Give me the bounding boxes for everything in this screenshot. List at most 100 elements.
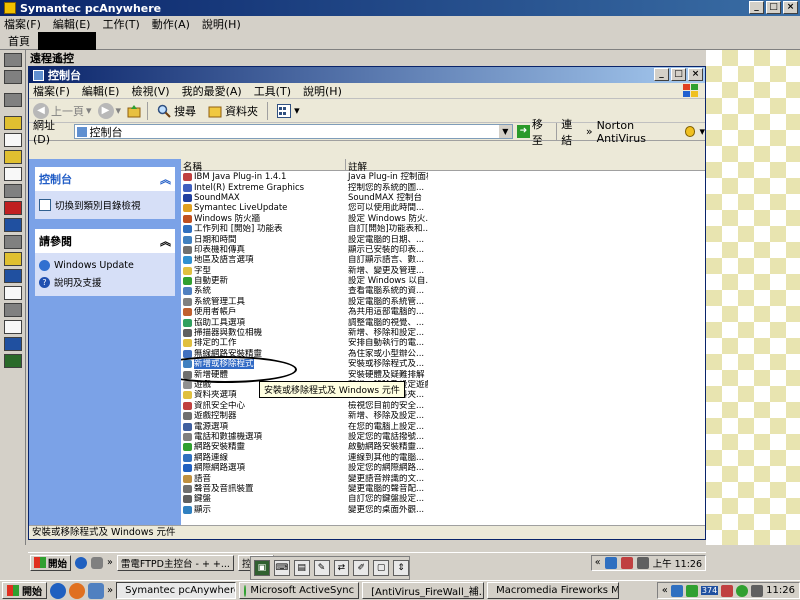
outer-menu-help[interactable]: 說明(H) [202,16,241,32]
local-task-activesync[interactable]: Microsoft ActiveSync [239,582,360,599]
back-dropdown-icon[interactable]: ▾ [86,104,92,117]
cp-menu-view[interactable]: 檢視(V) [131,83,169,99]
quicklaunch-desktop-icon[interactable] [88,582,104,599]
links-chevron-icon[interactable]: » [586,125,593,138]
local-start-button[interactable]: 開始 [2,582,47,599]
help-support-link[interactable]: ? 說明及支援 [39,273,171,291]
outer-close-button[interactable]: × [783,1,798,14]
quicklaunch-chevron-icon[interactable]: » [107,585,113,596]
outer-maximize-button[interactable]: □ [766,1,781,14]
remote-tray-network-icon[interactable] [604,556,617,569]
cp-close-button[interactable]: × [688,68,703,81]
cp-menu-favorites[interactable]: 我的最愛(A) [182,83,242,99]
control-panel-item[interactable]: 自動更新 設定 Windows 以自... [181,276,428,286]
remote-quicklaunch-desktop-icon[interactable] [91,556,104,569]
bottom-tool-transfer-icon[interactable]: ⇄ [333,560,350,576]
outer-minimize-button[interactable]: _ [749,1,764,14]
column-header-comment[interactable]: 註解 [346,159,428,173]
local-task-fireworks[interactable]: Macromedia Fireworks M... [487,582,620,599]
toolbar-record-icon[interactable] [3,303,22,317]
toolbar-collapse-icon[interactable] [3,70,22,84]
bottom-tool-draw-icon[interactable]: ✐ [353,560,370,576]
tray-volume-icon[interactable] [751,584,764,597]
bottom-tool-screen-icon[interactable]: ▣ [254,560,270,576]
local-task-antivirus-folder[interactable]: [AntiVirus_FireWall_補... [362,582,485,599]
remote-tray-volume-icon[interactable] [636,556,649,569]
windows-update-link[interactable]: Windows Update [39,258,171,273]
control-panel-item[interactable]: 系統 查看電腦系統的資... [181,286,428,296]
cp-menu-edit[interactable]: 編輯(E) [82,83,120,99]
search-button[interactable]: 搜尋 [154,103,199,119]
control-panel-item[interactable]: 字型 新增、變更及管理... [181,266,428,276]
toolbar-expand-icon[interactable] [3,53,22,67]
remote-quicklaunch-ie-icon[interactable] [75,556,88,569]
control-panel-item[interactable]: 排定的工作 安排自動執行的電... [181,338,428,348]
links-button[interactable]: 連結 [561,116,582,148]
control-panel-item[interactable]: 工作列和 [開始] 功能表 自訂[開始]功能表和... [181,224,428,234]
outer-menu-file[interactable]: 檔案(F) [4,16,41,32]
task-box-see-also-header[interactable]: 請參閱 ︽ [35,229,175,253]
toolbar-keys-icon[interactable] [3,150,22,164]
control-panel-item[interactable]: Symantec LiveUpdate 您可以使用此時間... [181,203,428,213]
control-panel-item[interactable]: IBM Java Plug-in 1.4.1 Java Plug-in 控制面板 [181,172,428,182]
quicklaunch-firefox-icon[interactable] [69,582,85,599]
control-panel-item[interactable]: 日期和時間 設定電腦的日期、... [181,234,428,245]
control-panel-item[interactable]: 遊戲控制器 新增、移除及設定... [181,411,428,421]
cp-menu-help[interactable]: 說明(H) [303,83,342,99]
control-panel-item[interactable]: 地區及語言選項 自訂顯示語言、數... [181,255,428,265]
control-panel-item[interactable]: 網際網路選項 設定您的網際網路... [181,463,428,473]
address-input[interactable]: 控制台 ▼ [73,124,513,139]
control-panel-item[interactable]: 使用者帳戶 為共用這部電腦的... [181,307,428,317]
up-folder-icon[interactable] [127,104,141,118]
control-panel-item[interactable]: 電話和數據機選項 設定您的電話撥號... [181,432,428,442]
control-panel-item[interactable]: 聲音及音訊裝置 變更電腦的聲音配... [181,484,428,494]
tray-number-badge[interactable]: 374 [700,586,719,595]
control-panel-item[interactable]: Windows 防火牆 設定 Windows 防火... [181,214,428,224]
outer-menu-edit[interactable]: 編輯(E) [53,16,91,32]
tray-network-icon[interactable] [670,584,683,597]
bottom-tool-window-icon[interactable]: ▢ [373,560,390,576]
toolbar-file-transfer-icon[interactable] [3,235,22,249]
control-panel-item[interactable]: 顯示 變更您的桌面外觀... [181,505,428,515]
toolbar-refresh-icon[interactable] [3,184,22,198]
remote-quicklaunch-chevron-icon[interactable]: » [107,557,113,568]
collapse-chevron-icon[interactable]: ︽ [160,171,171,187]
control-panel-item[interactable]: 電源選項 在您的電腦上設定... [181,421,428,432]
toolbar-display-icon[interactable] [3,167,22,181]
toolbar-session-icon[interactable] [3,116,22,130]
bottom-tool-scroll-icon[interactable]: ⇕ [393,560,409,576]
control-panel-item[interactable]: SoundMAX SoundMAX 控制台 [181,193,428,203]
tray-update-icon[interactable] [736,584,749,597]
cp-maximize-button[interactable]: □ [671,68,686,81]
view-mode-button[interactable]: ▾ [274,103,303,118]
toolbar-scale-icon[interactable] [3,286,22,300]
norton-icon[interactable] [685,126,696,137]
tray-chevron-icon[interactable]: « [662,585,668,596]
local-task-pcanywhere[interactable]: Symantec pcAnywhere [116,582,237,599]
remote-start-button[interactable]: 開始 [30,554,72,571]
tray-sync-icon[interactable] [685,584,698,597]
toolbar-monitor-icon[interactable] [3,269,22,283]
tab-redacted[interactable] [38,31,96,50]
cp-minimize-button[interactable]: _ [654,68,669,81]
address-dropdown-icon[interactable]: ▼ [498,125,512,138]
forward-button[interactable]: ▶ ▾ [97,102,122,119]
bottom-tool-keyboard-icon[interactable]: ⌨ [273,560,290,576]
control-panel-item[interactable]: 印表機和傳真 顯示已安裝的印表... [181,245,428,255]
cp-menu-tools[interactable]: 工具(T) [254,83,291,99]
remote-task-ftpd[interactable]: 雷電FTPD主控台 - + +... [116,554,234,571]
control-panel-item[interactable]: Intel(R) Extreme Graphics 控制您的系統的圖... [181,182,428,193]
outer-menu-actions[interactable]: 動作(A) [152,16,190,32]
toolbar-clipboard-icon[interactable] [3,252,22,266]
toolbar-screen-icon[interactable] [3,133,22,147]
toolbar-chat-icon[interactable] [3,218,22,232]
remote-tray-shield-icon[interactable] [620,556,633,569]
folders-button[interactable]: 資料夾 [205,103,261,119]
forward-dropdown-icon[interactable]: ▾ [116,104,122,117]
tab-home[interactable]: 首頁 [0,33,38,49]
bottom-tool-edit-icon[interactable]: ✎ [313,560,330,576]
control-panel-item[interactable]: 鍵盤 自訂您的鍵盤設定... [181,494,428,504]
toolbar-settings-icon[interactable] [3,320,22,334]
control-panel-item[interactable]: 網路安裝精靈 啟動網路安裝精靈... [181,442,428,452]
switch-to-category-view-link[interactable]: 切換到類別目錄檢視 [39,196,171,214]
